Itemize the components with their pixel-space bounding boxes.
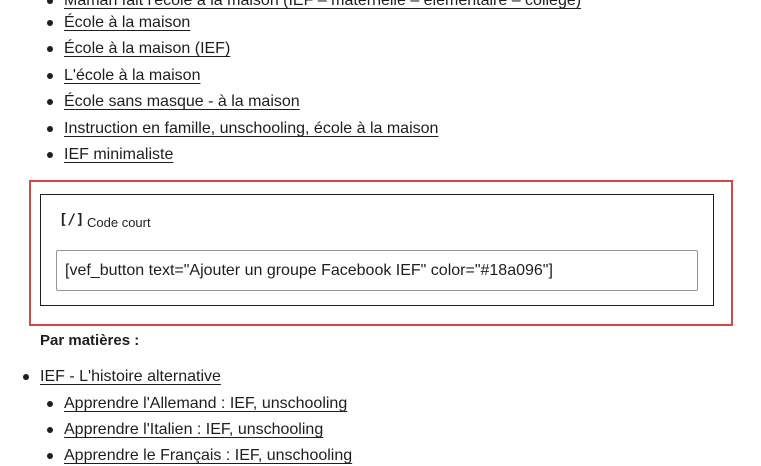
shortcode-icon: [/] [59,212,85,228]
section-heading: Par matières : [40,332,140,349]
list-item-link[interactable]: École à la maison (IEF) [64,40,230,57]
list-item[interactable]: École à la maison (IEF) [46,39,230,59]
list-item[interactable]: Maman fait l'école à la maison (IEF – ma… [46,0,581,11]
list-item-link[interactable]: Maman fait l'école à la maison (IEF – ma… [64,0,581,9]
list-item-link[interactable]: IEF minimaliste [64,146,173,163]
list-item-link[interactable]: IEF - L'histoire alternative [40,368,221,385]
list-item[interactable]: École à la maison [46,13,190,33]
list-item[interactable]: Instruction en famille, unschooling, éco… [46,119,438,139]
list-item-link[interactable]: École sans masque - à la maison [64,93,300,110]
list-item-link[interactable]: Apprendre l'Allemand : IEF, unschooling [64,395,347,412]
list-item[interactable]: Apprendre le Français : IEF, unschooling [46,446,352,466]
list-item[interactable]: Apprendre l'Italien : IEF, unschooling [46,420,323,440]
list-item[interactable]: IEF - L'histoire alternative [23,367,221,387]
list-item-link[interactable]: Instruction en famille, unschooling, éco… [64,120,438,137]
list-item[interactable]: École sans masque - à la maison [47,92,300,112]
list-item-link[interactable]: École à la maison [64,14,190,31]
list-item[interactable]: L'école à la maison [46,66,200,86]
list-item[interactable]: Apprendre l'Allemand : IEF, unschooling [46,394,347,414]
shortcode-label: Code court [87,215,151,230]
list-item[interactable]: IEF minimaliste [46,145,173,165]
list-item-link[interactable]: Apprendre l'Italien : IEF, unschooling [64,421,323,438]
list-item-link[interactable]: L'école à la maison [64,67,200,84]
shortcode-input[interactable] [56,250,698,291]
list-item-link[interactable]: Apprendre le Français : IEF, unschooling [64,447,352,464]
